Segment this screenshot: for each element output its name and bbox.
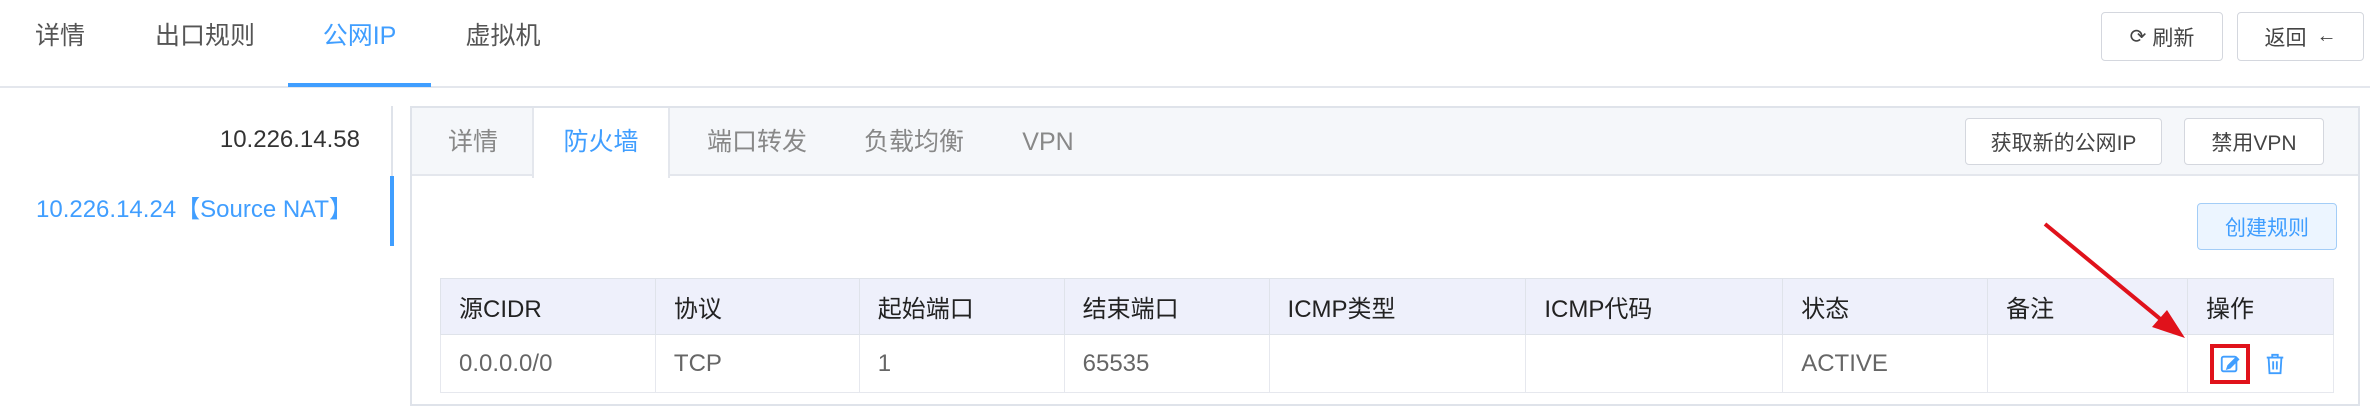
edit-icon[interactable] [2209,343,2250,384]
top-tab-bar: 详情 出口规则 公网IP 虚拟机 ⟳ 刷新 返回 ← [0,0,2370,88]
ip-active-indicator [390,176,394,246]
column-header: 起始端口 [858,278,1065,335]
refresh-button[interactable]: ⟳ 刷新 [2101,12,2223,61]
inner-tab-details[interactable]: 详情 [412,108,534,176]
ip-detail-panel: 详情 防火墙 端口转发 负载均衡 VPN 获取新的公网IP 禁用VPN 创建规则… [410,106,2360,406]
back-label: 返回 [2264,26,2307,50]
back-arrow-icon: ← [2316,25,2337,47]
cell-protocol: TCP [654,334,860,393]
tab-public-ip[interactable]: 公网IP [288,0,431,88]
cell-end-port: 65535 [1063,334,1270,393]
inner-tab-load-balancing[interactable]: 负载均衡 [844,108,984,176]
tab-details[interactable]: 详情 [20,0,100,88]
column-header: 备注 [1987,278,2188,335]
back-button[interactable]: 返回 ← [2237,12,2364,61]
inner-tab-bar: 详情 防火墙 端口转发 负载均衡 VPN 获取新的公网IP 禁用VPN [412,108,2358,178]
firewall-rules-table: 源CIDR 协议 起始端口 结束端口 ICMP类型 ICMP代码 状态 备注 操… [440,278,2335,393]
column-header: ICMP类型 [1268,278,1527,335]
cell-icmp-type [1268,334,1527,393]
delete-icon[interactable] [2260,349,2290,379]
inner-tab-firewall[interactable]: 防火墙 [532,108,670,178]
cell-icmp-code [1525,334,1784,393]
tab-virtual-machines[interactable]: 虚拟机 [458,0,548,88]
cell-actions [2186,334,2335,393]
row-actions [2206,343,2333,384]
ip-list-item[interactable]: 10.226.14.58 [0,110,360,170]
get-new-public-ip-button[interactable]: 获取新的公网IP [1965,118,2162,165]
table-row: 0.0.0.0/0 TCP 1 65535 ACTIVE [440,334,2335,393]
refresh-icon: ⟳ [2129,26,2147,48]
column-header: 协议 [654,278,860,335]
column-header: 源CIDR [440,278,656,335]
column-header: 操作 [2186,278,2335,335]
create-rule-button[interactable]: 创建规则 [2197,203,2337,250]
table-header-row: 源CIDR 协议 起始端口 结束端口 ICMP类型 ICMP代码 状态 备注 操… [440,278,2335,335]
column-header: 状态 [1782,278,1989,335]
inner-tab-port-forwarding[interactable]: 端口转发 [684,108,830,176]
cell-source-cidr: 0.0.0.0/0 [440,334,656,393]
cell-status: ACTIVE [1782,334,1989,393]
cell-remark [1987,334,2188,393]
public-ip-list: 10.226.14.58 10.226.14.24【Source NAT】 [0,106,394,246]
cell-start-port: 1 [858,334,1065,393]
inner-tab-vpn[interactable]: VPN [998,108,1098,176]
active-tab-underline [288,83,431,87]
tab-egress-rules[interactable]: 出口规则 [150,0,260,88]
column-header: 结束端口 [1063,278,1270,335]
ip-list-item-selected[interactable]: 10.226.14.24【Source NAT】 [36,180,353,240]
column-header: ICMP代码 [1525,278,1784,335]
disable-vpn-button[interactable]: 禁用VPN [2184,118,2324,165]
refresh-label: 刷新 [2152,26,2195,50]
